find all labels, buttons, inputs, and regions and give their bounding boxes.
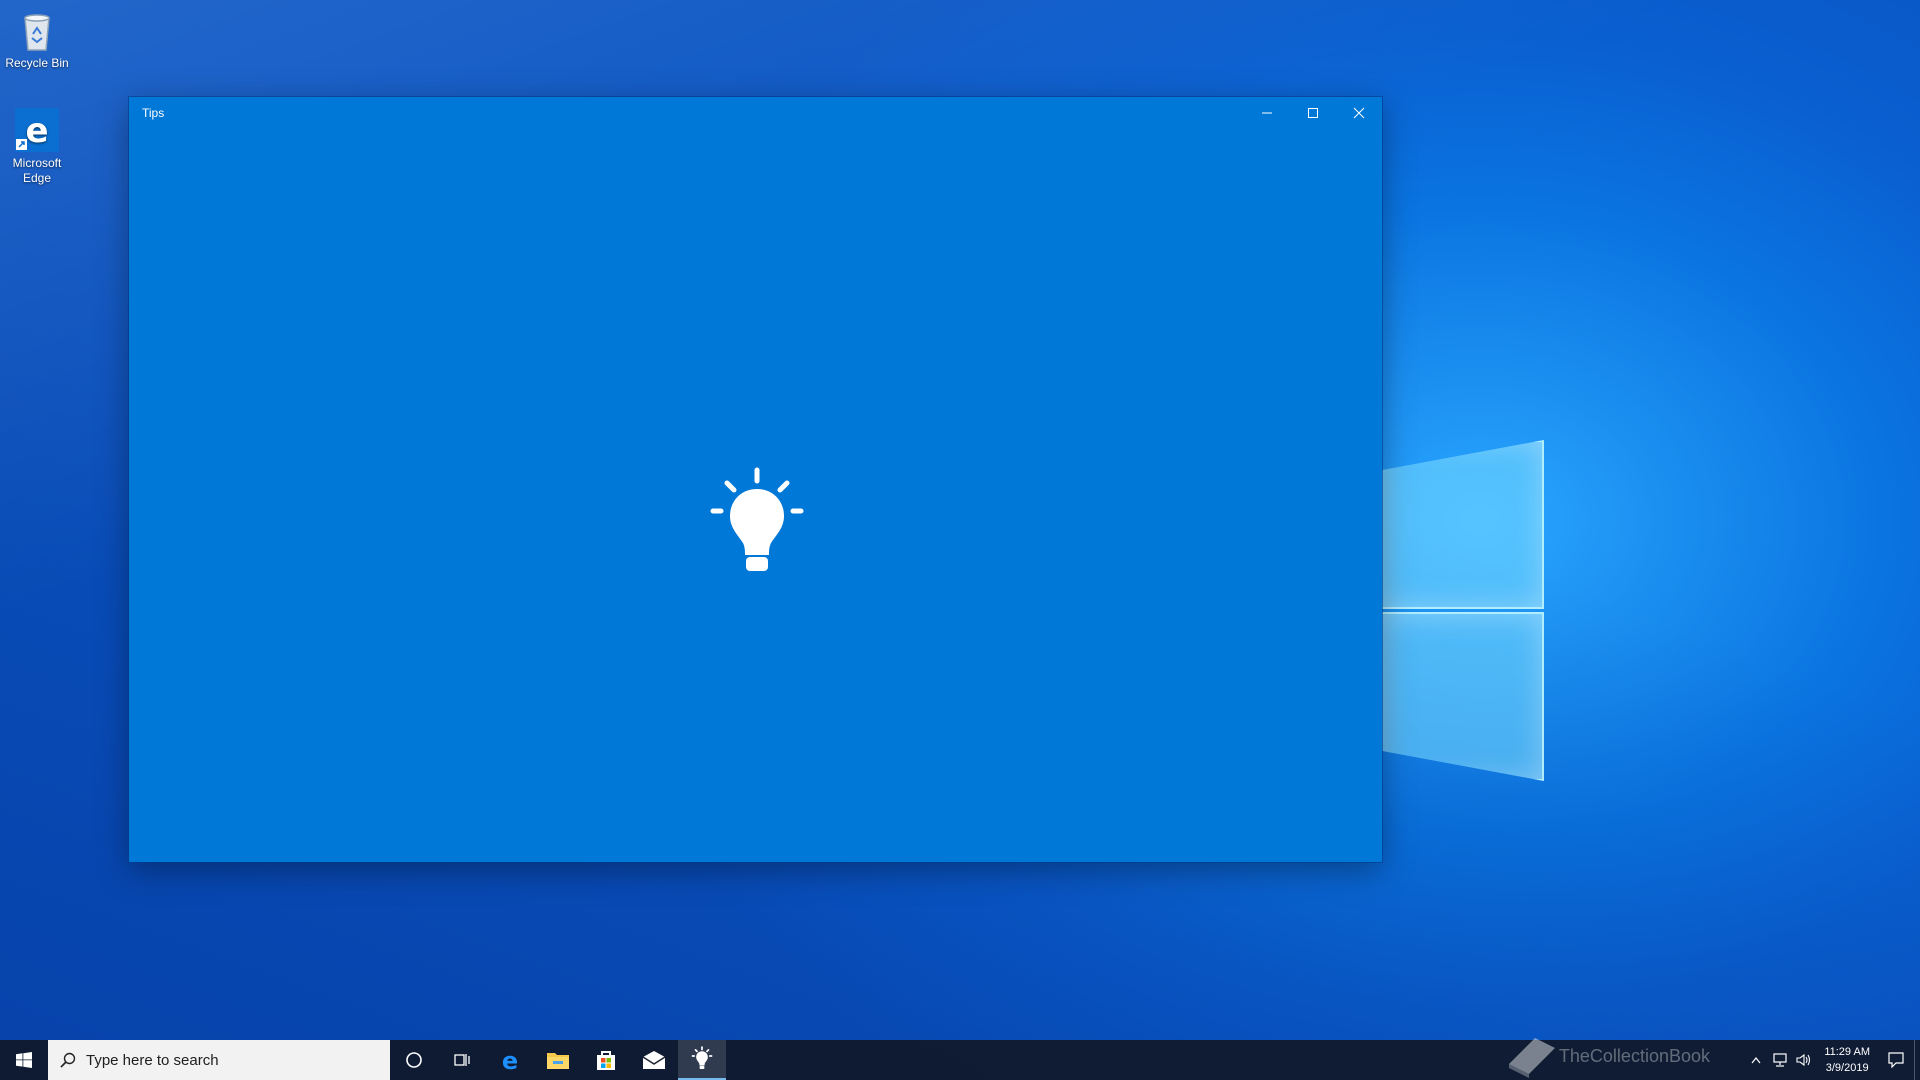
clock-date: 3/9/2019 [1825,1062,1869,1074]
volume-button[interactable] [1792,1040,1816,1080]
taskbar-clock[interactable]: 11:29 AM 3/9/2019 [1816,1044,1878,1076]
minimize-button[interactable] [1244,97,1290,129]
taskbar-tips-button[interactable] [678,1040,726,1080]
tips-window[interactable]: Tips [129,97,1382,862]
svg-text:e: e [25,111,48,151]
start-button[interactable] [0,1040,48,1080]
desktop-icon-label: Microsoft Edge [12,156,62,185]
network-button[interactable] [1768,1040,1792,1080]
watermark: TheCollectionBook [1505,1034,1710,1078]
window-titlebar[interactable]: Tips [129,97,1382,129]
minimize-icon [1262,112,1272,114]
desktop-icon-edge[interactable]: e Microsoft Edge [0,106,74,186]
desktop-icon-recycle-bin[interactable]: Recycle Bin [0,6,74,71]
edge-icon: e [502,1048,518,1072]
cortana-icon [406,1052,422,1068]
recycle-bin-icon [24,14,50,51]
task-view-icon [454,1054,470,1066]
window-content [129,129,1382,862]
taskbar-mail-button[interactable] [630,1040,678,1080]
taskbar-file-explorer-button[interactable] [534,1040,582,1080]
notification-icon [1888,1052,1904,1068]
taskbar-store-button[interactable] [582,1040,630,1080]
store-icon [597,1051,615,1070]
windows-start-icon [16,1052,32,1068]
desktop-icon-label: Recycle Bin [5,56,69,70]
search-icon [60,1052,76,1068]
mail-icon [642,1051,666,1069]
close-button[interactable] [1336,97,1382,129]
svg-text:e: e [502,1048,518,1072]
action-center-button[interactable] [1878,1040,1914,1080]
tips-icon [691,1046,713,1069]
cortana-button[interactable] [390,1040,438,1080]
taskbar: Type here to search e TheCollectionBook … [0,1038,1920,1080]
volume-icon [1796,1053,1811,1067]
edge-icon: e [15,108,59,152]
task-view-button[interactable] [438,1040,486,1080]
lightbulb-icon [710,467,804,571]
show-desktop-button[interactable] [1914,1040,1920,1080]
close-icon [1353,107,1365,119]
show-hidden-icons-button[interactable] [1744,1040,1768,1080]
taskbar-edge-button[interactable]: e [486,1040,534,1080]
network-icon [1773,1053,1787,1067]
watermark-text: TheCollectionBook [1558,1045,1710,1066]
window-title: Tips [142,106,165,120]
book-icon [1508,1038,1555,1078]
chevron-up-icon [1751,1057,1761,1064]
windows-logo-wallpaper [1380,420,1550,781]
maximize-icon [1308,108,1318,118]
clock-time: 11:29 AM [1824,1046,1870,1058]
file-explorer-icon [547,1053,569,1069]
taskbar-search-box[interactable]: Type here to search [48,1040,390,1080]
system-tray: 11:29 AM 3/9/2019 [1744,1040,1920,1080]
maximize-button[interactable] [1290,97,1336,129]
search-placeholder: Type here to search [86,1051,219,1069]
